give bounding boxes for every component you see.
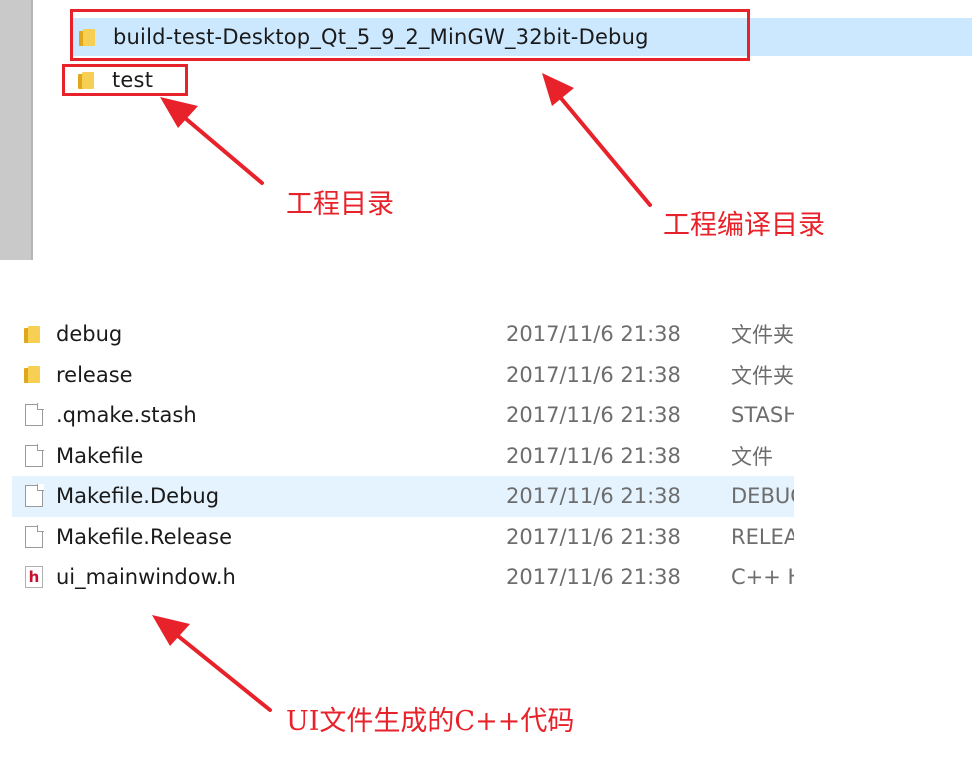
list-item[interactable]: debug 2017/11/6 21:38 文件夹: [12, 314, 794, 355]
file-date: 2017/11/6 21:38: [506, 565, 681, 590]
arrow-head-icon: [152, 615, 190, 646]
file-icon: [25, 403, 44, 427]
list-item[interactable]: Makefile.Debug 2017/11/6 21:38 DEBUG: [12, 476, 794, 517]
file-name: ui_mainwindow.h: [56, 565, 236, 590]
file-type: DEBUG: [731, 484, 794, 509]
file-icon: [25, 484, 44, 508]
file-type: 文件夹: [731, 323, 794, 348]
file-name: release: [56, 362, 133, 387]
file-date: 2017/11/6 21:38: [506, 524, 681, 549]
file-date: 2017/11/6 21:38: [506, 443, 681, 468]
file-list: debug 2017/11/6 21:38 文件夹 release 2017/1…: [12, 314, 794, 598]
highlight-box-test: [62, 64, 188, 96]
file-date: 2017/11/6 21:38: [506, 484, 681, 509]
file-type: RELEA: [731, 524, 794, 549]
file-date: 2017/11/6 21:38: [506, 403, 681, 428]
list-item[interactable]: h ui_mainwindow.h 2017/11/6 21:38 C++ H: [12, 557, 794, 598]
list-item[interactable]: Makefile.Release 2017/11/6 21:38 RELEA: [12, 517, 794, 558]
list-item[interactable]: .qmake.stash 2017/11/6 21:38 STASH: [12, 395, 794, 436]
file-date: 2017/11/6 21:38: [506, 322, 681, 347]
annotation-ui-code: UI文件生成的C++代码: [286, 706, 575, 737]
header-file-icon: h: [25, 566, 43, 589]
list-item[interactable]: release 2017/11/6 21:38 文件夹: [12, 355, 794, 396]
folder-icon: [24, 325, 44, 343]
file-name: debug: [56, 322, 123, 347]
annotation-build-dir: 工程编译目录: [663, 210, 825, 241]
file-name: Makefile: [56, 443, 144, 468]
file-type: C++ H: [731, 565, 794, 590]
file-icon: [25, 443, 44, 467]
arrow-to-ui-header: [176, 634, 272, 712]
folder-icon: [24, 366, 44, 384]
file-type: 文件夹: [731, 363, 794, 388]
top-explorer-panel: build-test-Desktop_Qt_5_9_2_MinGW_32bit-…: [0, 0, 972, 260]
file-name: .qmake.stash: [56, 403, 197, 428]
annotation-project-dir: 工程目录: [286, 189, 394, 220]
file-type: STASH: [731, 403, 794, 428]
file-name: Makefile.Release: [56, 524, 233, 549]
file-date: 2017/11/6 21:38: [506, 362, 681, 387]
highlight-box-build-dir: [70, 9, 750, 61]
file-icon: [25, 524, 44, 548]
file-name: Makefile.Debug: [56, 484, 220, 509]
file-type: 文件: [731, 444, 773, 469]
navigation-pane-scrollbar[interactable]: [0, 0, 33, 260]
list-item[interactable]: Makefile 2017/11/6 21:38 文件: [12, 436, 794, 477]
